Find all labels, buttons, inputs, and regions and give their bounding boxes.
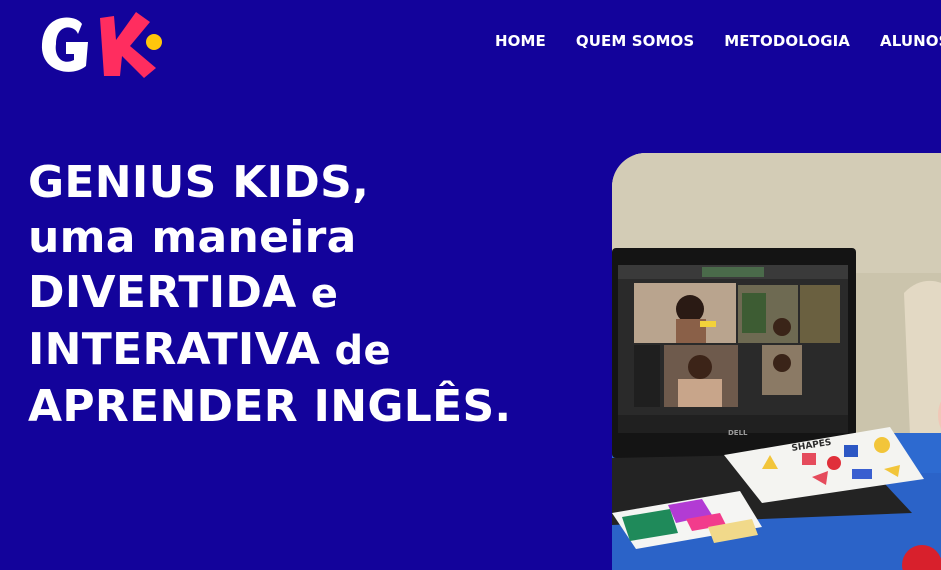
gk-logo-icon: GK	[38, 6, 162, 78]
hero-photo: DELL SHAPES	[612, 153, 941, 570]
hero-line-3: DIVERTIDA e	[28, 267, 339, 318]
hero-line-2: uma maneira	[28, 212, 357, 263]
logo-text: GK	[38, 6, 40, 7]
video-class-illustration: DELL SHAPES	[612, 153, 941, 570]
logo-g-shape	[41, 17, 88, 72]
hero-headline: GENIUS KIDS, uma maneira DIVERTIDA e INT…	[28, 155, 511, 434]
laptop-brand-label: DELL	[728, 429, 748, 437]
main-nav: HOME QUEM SOMOS METODOLOGIA ALUNOS C	[495, 31, 941, 51]
nav-item-quem-somos[interactable]: QUEM SOMOS	[576, 31, 694, 51]
page: GK HOME QUEM SOMOS METODOLOGIA ALUNOS C …	[0, 0, 941, 570]
brand-logo[interactable]: GK	[38, 6, 166, 80]
video-tile-3	[800, 285, 840, 343]
nav-item-alunos[interactable]: ALUNOS	[880, 31, 941, 51]
hero-line-4: INTERATIVA de	[28, 324, 391, 375]
logo-dot	[146, 34, 162, 50]
nav-item-metodologia[interactable]: METODOLOGIA	[724, 31, 850, 51]
nav-item-home[interactable]: HOME	[495, 31, 546, 51]
hero-line-5: APRENDER INGLÊS.	[28, 381, 512, 432]
hero-line-1: GENIUS KIDS,	[28, 157, 370, 208]
